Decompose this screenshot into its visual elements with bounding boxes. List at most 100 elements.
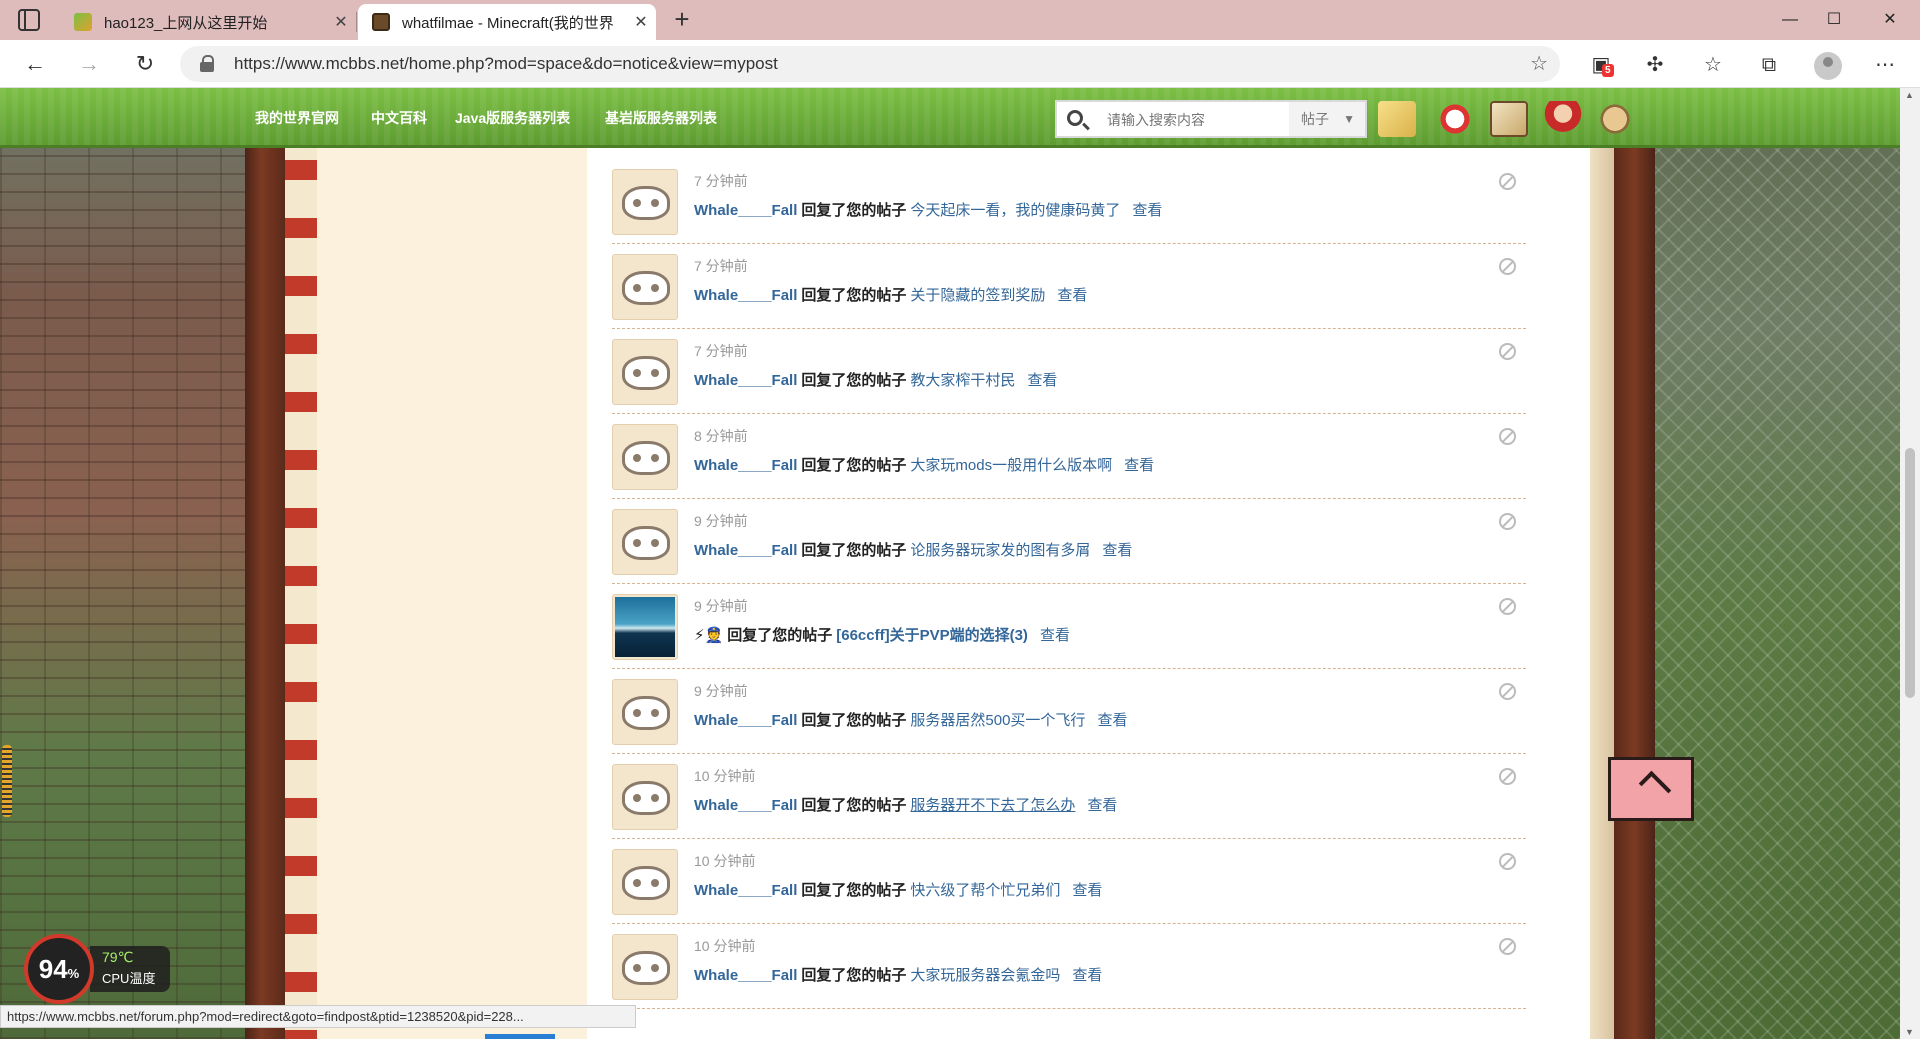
search-icon[interactable] xyxy=(1067,110,1083,126)
cpu-label: CPU温度 xyxy=(102,971,156,986)
new-tab-button[interactable]: + xyxy=(666,4,698,36)
ignore-notice-icon[interactable] xyxy=(1499,768,1516,785)
extension-icon[interactable]: ▣ 5 xyxy=(1588,52,1614,78)
reload-button[interactable]: ↻ xyxy=(128,48,162,80)
notice-item: 8 分钟前 Whale____Fall 回复了您的帖子 大家玩mods一般用什么版本… xyxy=(612,414,1526,499)
notice-post-link[interactable]: [66ccff]关于PVP端的选择(3) xyxy=(836,627,1028,644)
skull-avatar-icon xyxy=(622,271,670,305)
user-avatar[interactable] xyxy=(612,934,678,1000)
url-text[interactable]: https://www.mcbbs.net/home.php?mod=space… xyxy=(234,54,778,74)
scroll-up-icon[interactable]: ▲ xyxy=(1905,90,1914,100)
notice-view-link[interactable]: 查看 xyxy=(1124,457,1154,474)
notice-text: Whale____Fall 回复了您的帖子 关于隐藏的签到奖励 查看 xyxy=(694,284,1087,305)
notice-view-link[interactable]: 查看 xyxy=(1057,287,1087,304)
user-avatar[interactable] xyxy=(612,424,678,490)
notice-post-link[interactable]: 关于隐藏的签到奖励 xyxy=(910,287,1045,304)
side-slider-handle[interactable] xyxy=(2,745,12,817)
tab-close-icon[interactable]: ✕ xyxy=(626,12,656,32)
ignore-notice-icon[interactable] xyxy=(1499,683,1516,700)
ignore-notice-icon[interactable] xyxy=(1499,428,1516,445)
close-window-button[interactable]: ✕ xyxy=(1868,6,1912,34)
user-avatar[interactable] xyxy=(612,849,678,915)
notice-post-link[interactable]: 今天起床一看，我的健康码黄了 xyxy=(910,202,1120,219)
notice-user-link[interactable]: Whale____Fall xyxy=(694,967,797,984)
scroll-down-icon[interactable]: ▼ xyxy=(1905,1027,1914,1037)
notice-post-link[interactable]: 大家玩服务器会氪金吗 xyxy=(910,967,1060,984)
notice-post-link[interactable]: 服务器居然500买一个飞行 xyxy=(910,712,1085,729)
page-scrollbar[interactable]: ▲ ▼ xyxy=(1900,88,1920,1039)
tab-close-icon[interactable]: ✕ xyxy=(326,12,356,32)
favorites-icon[interactable]: ☆ xyxy=(1700,52,1726,78)
crafting-table-icon[interactable] xyxy=(1490,101,1528,137)
notice-view-link[interactable]: 查看 xyxy=(1027,372,1057,389)
ignore-notice-icon[interactable] xyxy=(1499,513,1516,530)
notice-view-link[interactable]: 查看 xyxy=(1097,712,1127,729)
notice-post-link[interactable]: 大家玩mods一般用什么版本啊 xyxy=(910,457,1112,474)
notice-item: 10 分钟前 Whale____Fall 回复了您的帖子 快六级了帮个忙兄弟们 查看 xyxy=(612,839,1526,924)
notice-post-link[interactable]: 论服务器玩家发的图有多屑 xyxy=(910,542,1090,559)
extensions-puzzle-icon[interactable]: ✣ xyxy=(1642,52,1668,78)
nav-link-wiki[interactable]: 中文百科 xyxy=(371,108,427,128)
notice-view-link[interactable]: 查看 xyxy=(1132,202,1162,219)
nav-link-official[interactable]: 我的世界官网 xyxy=(255,108,339,128)
lock-icon[interactable] xyxy=(200,55,214,72)
notice-user-link[interactable]: Whale____Fall xyxy=(694,372,797,389)
browser-tab-mcbbs[interactable]: whatfilmae - Minecraft(我的世界 ✕ xyxy=(358,4,656,40)
address-bar[interactable]: https://www.mcbbs.net/home.php?mod=space… xyxy=(180,46,1560,82)
right-cream-border xyxy=(1590,88,1614,1039)
notice-view-link[interactable]: 查看 xyxy=(1040,627,1070,644)
notice-user-link[interactable]: Whale____Fall xyxy=(694,712,797,729)
player-avatar-icon[interactable] xyxy=(1378,101,1416,137)
notice-view-link[interactable]: 查看 xyxy=(1102,542,1132,559)
notice-text: Whale____Fall 回复了您的帖子 教大家榨干村民 查看 xyxy=(694,369,1057,390)
minimize-button[interactable]: — xyxy=(1768,6,1812,34)
back-button[interactable]: ← xyxy=(18,48,52,80)
notice-view-link[interactable]: 查看 xyxy=(1072,967,1102,984)
nav-link-java-servers[interactable]: Java版服务器列表 xyxy=(455,108,570,128)
notice-user-link[interactable]: Whale____Fall xyxy=(694,797,797,814)
ignore-notice-icon[interactable] xyxy=(1499,258,1516,275)
search-scope-select[interactable]: 帖子 ▼ xyxy=(1289,102,1365,136)
user-avatar[interactable] xyxy=(612,679,678,745)
notice-user-link[interactable]: Whale____Fall xyxy=(694,457,797,474)
user-avatar[interactable] xyxy=(612,594,678,660)
cookie-icon[interactable] xyxy=(1596,101,1634,137)
user-avatar[interactable] xyxy=(612,254,678,320)
maximize-button[interactable]: ☐ xyxy=(1812,6,1856,34)
notice-user-link[interactable]: Whale____Fall xyxy=(694,202,797,219)
tab-title: whatfilmae - Minecraft(我的世界 xyxy=(402,14,614,32)
browser-tab-hao123[interactable]: hao123_上网从这里开始 ✕ xyxy=(60,4,356,40)
message-icon[interactable] xyxy=(1436,101,1474,137)
pink-flag-decoration[interactable] xyxy=(1608,757,1694,821)
potion-icon[interactable] xyxy=(1544,101,1582,137)
tab-actions-icon[interactable] xyxy=(18,9,40,31)
notice-view-link[interactable]: 查看 xyxy=(1087,797,1117,814)
notice-view-link[interactable]: 查看 xyxy=(1072,882,1102,899)
ignore-notice-icon[interactable] xyxy=(1499,173,1516,190)
ignore-notice-icon[interactable] xyxy=(1499,598,1516,615)
notice-user-link[interactable]: Whale____Fall xyxy=(694,542,797,559)
notice-post-link[interactable]: 教大家榨干村民 xyxy=(910,372,1015,389)
notice-post-link[interactable]: 快六级了帮个忙兄弟们 xyxy=(910,882,1060,899)
notice-text: Whale____Fall 回复了您的帖子 论服务器玩家发的图有多屑 查看 xyxy=(694,539,1132,560)
user-avatar[interactable] xyxy=(612,509,678,575)
profile-avatar[interactable] xyxy=(1814,52,1842,80)
user-avatar[interactable] xyxy=(612,169,678,235)
search-input[interactable] xyxy=(1107,109,1287,131)
notice-user-link[interactable]: Whale____Fall xyxy=(694,882,797,899)
more-menu-icon[interactable]: ⋯ xyxy=(1872,52,1898,78)
add-favorite-icon[interactable]: ☆ xyxy=(1530,51,1548,76)
ignore-notice-icon[interactable] xyxy=(1499,343,1516,360)
notice-user-link[interactable]: ⚡👮 xyxy=(694,627,723,644)
notice-post-link[interactable]: 服务器开不下去了怎么办 xyxy=(910,797,1075,814)
notice-user-link[interactable]: Whale____Fall xyxy=(694,287,797,304)
ignore-notice-icon[interactable] xyxy=(1499,938,1516,955)
forward-button[interactable]: → xyxy=(72,48,106,80)
cpu-monitor-widget[interactable]: 79℃ CPU温度 94% xyxy=(24,934,170,1004)
collections-icon[interactable]: ⧉ xyxy=(1756,52,1782,78)
user-avatar[interactable] xyxy=(612,764,678,830)
nav-link-bedrock-servers[interactable]: 基岩版服务器列表 xyxy=(605,108,717,128)
ignore-notice-icon[interactable] xyxy=(1499,853,1516,870)
user-avatar[interactable] xyxy=(612,339,678,405)
scroll-thumb[interactable] xyxy=(1905,448,1915,698)
